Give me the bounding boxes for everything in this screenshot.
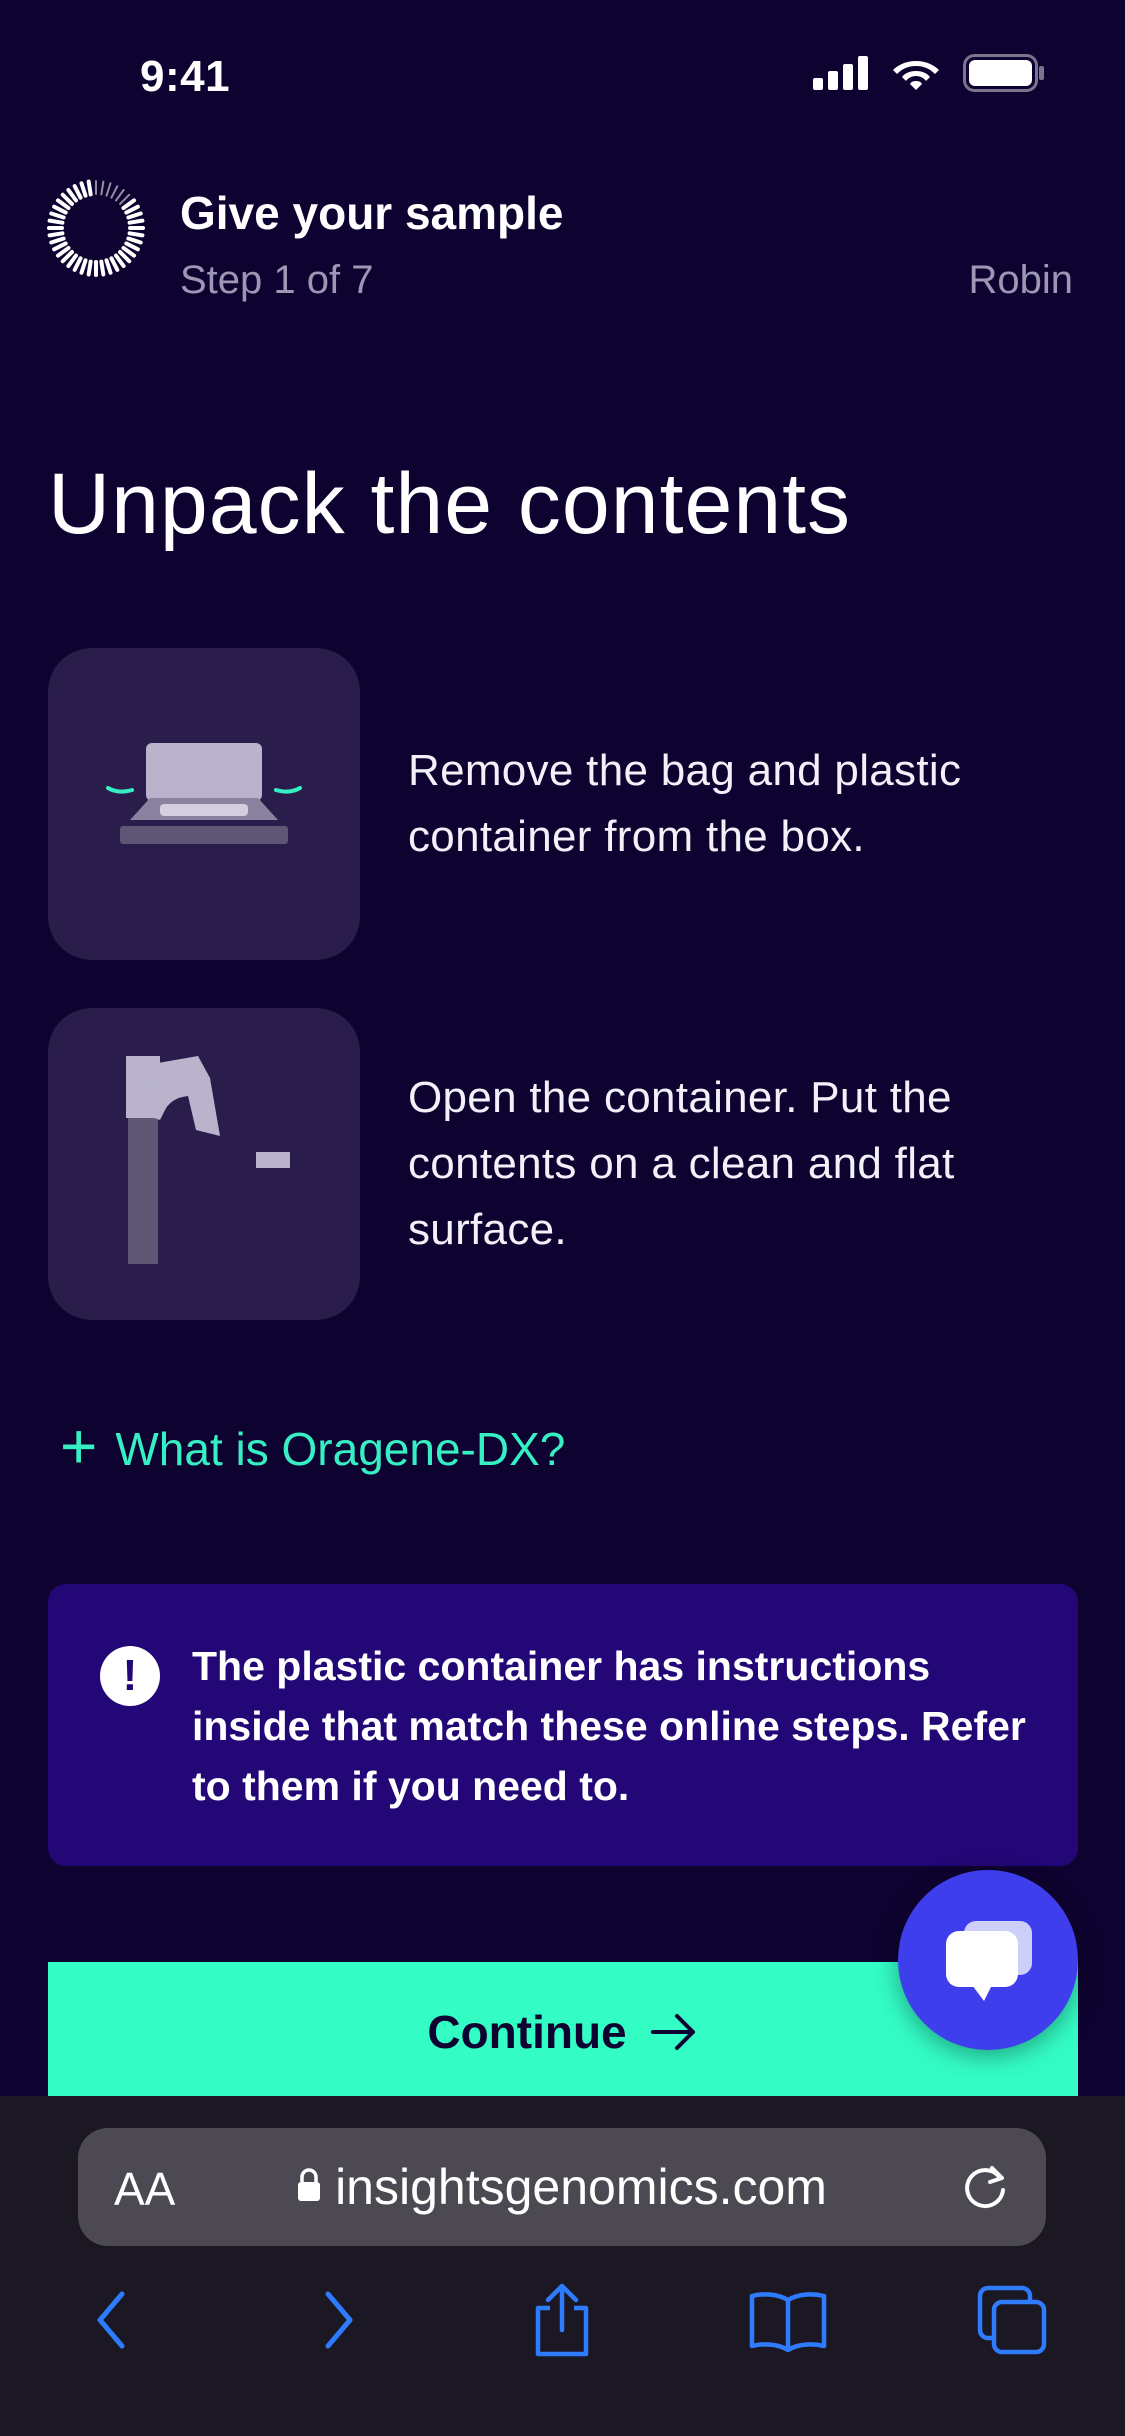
reload-icon[interactable] [958,2160,1012,2214]
battery-icon [963,54,1044,92]
progress-tick [114,188,125,202]
progress-tick [86,259,93,277]
cellular-signal-icon [813,56,868,90]
exclamation-icon: ! [100,1646,160,1706]
progress-tick [79,181,88,198]
progress-tick [47,231,65,238]
progress-tick [52,241,68,252]
book-icon [749,2292,827,2352]
progress-tick [47,218,65,225]
plus-icon: + [60,1410,98,1482]
tabs-button[interactable] [972,2280,1052,2360]
box-unpack-icon [106,743,302,844]
progress-tick [110,185,119,199]
progress-tick [99,259,106,277]
chevron-left-icon [97,2291,125,2349]
user-name[interactable]: Robin [968,258,1073,303]
status-time: 9:41 [140,52,231,101]
progress-tick [127,218,145,225]
progress-tick [124,204,140,215]
tabs-icon [977,2285,1047,2355]
continue-label: Continue [427,2006,627,2058]
step-indicator: Step 1 of 7 [180,258,374,302]
wifi-icon [893,61,939,90]
instruction-item: Remove the bag and plastic container fro… [48,648,1078,960]
address-bar[interactable]: AA insightsgenomics.com [78,2128,1046,2246]
progress-tick [109,256,120,272]
back-button[interactable] [72,2280,152,2360]
page-title: Unpack the contents [48,456,852,552]
instruction-text: Open the container. Put the contents on … [408,1073,955,1254]
progress-ring-icon [47,179,145,277]
instruction-text: Remove the bag and plastic container fro… [408,746,962,861]
browser-toolbar [0,2280,1125,2380]
progress-tick [86,179,93,197]
share-icon [535,2283,589,2357]
share-button[interactable] [522,2280,602,2360]
progress-tick [124,241,140,252]
bookmarks-button[interactable] [748,2280,828,2360]
chevron-right-icon [325,2291,353,2349]
forward-button[interactable] [298,2280,378,2360]
arrow-right-icon [650,2014,695,2050]
callout-text: The plastic container has instructions i… [192,1643,1026,1809]
address-field[interactable]: insightsgenomics.com [78,2158,1046,2216]
box-unpack-illustration [48,648,360,960]
app-screen: 9:41 Give your sample Step 1 of 7 Robin … [0,0,1125,2436]
progress-tick [126,236,143,245]
info-callout: ! The plastic container has instructions… [48,1584,1078,1866]
status-icons [813,54,1045,92]
progress-tick [105,182,112,197]
kit-contents-illustration [48,1008,360,1320]
expander-label: What is Oragene-DX? [115,1423,566,1475]
status-bar: 9:41 [0,0,1125,150]
oragene-info-expander[interactable]: + What is Oragene-DX? [60,1414,566,1478]
lock-icon [298,2168,321,2201]
progress-tick [100,180,105,196]
progress-tick [72,184,83,200]
sample-tube-icon [126,1056,290,1264]
chat-bubble-icon [946,1921,1032,2001]
flow-header: Give your sample Step 1 of 7 Robin [0,170,1125,320]
progress-tick [126,211,143,220]
progress-tick [52,204,68,215]
progress-tick [127,231,145,238]
progress-tick [49,236,66,245]
progress-tick [121,198,137,211]
progress-tick [104,258,113,275]
progress-tick [72,256,83,272]
progress-tick [79,258,88,275]
address-domain: insightsgenomics.com [335,2159,827,2215]
flow-title: Give your sample [180,187,564,239]
progress-tick [49,211,66,220]
chat-button[interactable] [898,1870,1078,2050]
instruction-item: Open the container. Put the contents on … [48,1008,1078,1320]
